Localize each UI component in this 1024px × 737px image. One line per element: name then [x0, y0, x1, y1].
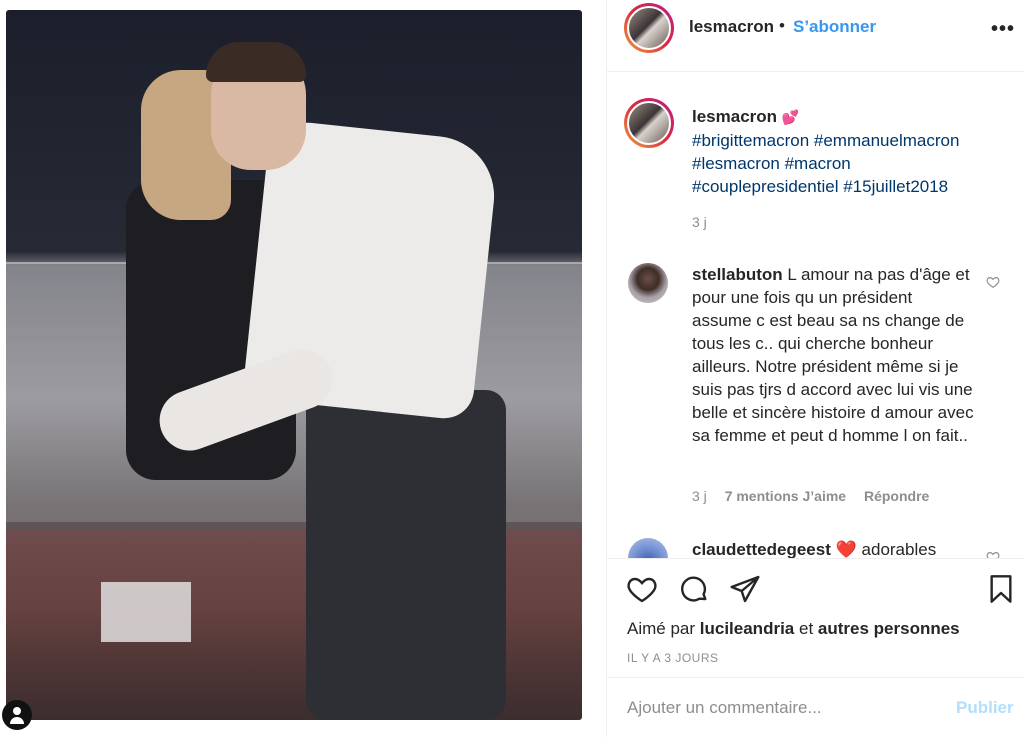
caption-hashtags[interactable]: #brigittemacron #emmanuelmacron #lesmacr… — [692, 131, 959, 196]
post-photo-pane — [0, 0, 606, 737]
caption-text: lesmacron 💕 #brigittemacron #emmanuelmac… — [692, 105, 992, 198]
comment-username[interactable]: claudettedegeest — [692, 540, 831, 558]
user-tags-icon[interactable] — [2, 700, 32, 730]
add-comment-bar: Publier — [607, 677, 1024, 737]
liked-by: Aimé par lucileandria et autres personne… — [627, 619, 960, 639]
comment-body: stellabuton L amour na pas d'âge et pour… — [692, 263, 974, 447]
photo-table — [101, 582, 191, 642]
author-avatar[interactable] — [624, 3, 674, 53]
comment-emoji: ❤️ — [835, 540, 857, 558]
comment-text: adorables — [861, 540, 937, 558]
comments-section[interactable]: lesmacron 💕 #brigittemacron #emmanuelmac… — [607, 73, 1024, 558]
publish-button[interactable]: Publier — [956, 698, 1014, 718]
comment-text: L amour na pas d'âge et pour une fois qu… — [692, 265, 974, 445]
comment-timestamp[interactable]: 3 j — [692, 488, 707, 504]
comment-likes-count[interactable]: 7 mentions J’aime — [725, 488, 846, 504]
post-photo[interactable] — [6, 10, 582, 720]
comment-meta: 3 j 7 mentions J’aime Répondre — [692, 488, 943, 504]
commenter-avatar[interactable] — [628, 263, 668, 303]
post-sidebar: lesmacron • S’abonner ••• lesmacron 💕 #b… — [606, 0, 1024, 737]
post-date[interactable]: IL Y A 3 JOURS — [627, 651, 719, 665]
caption-avatar[interactable] — [624, 98, 674, 148]
comment-like-icon[interactable] — [986, 275, 1000, 289]
more-options-icon[interactable]: ••• — [991, 18, 1015, 41]
comment-username[interactable]: stellabuton — [692, 265, 783, 284]
comment-input[interactable] — [627, 696, 927, 720]
paper-plane-icon[interactable] — [729, 573, 761, 605]
comment-like-icon[interactable] — [986, 550, 1000, 558]
comment-body: claudettedegeest ❤️ adorables — [692, 538, 974, 558]
post-actions: Aimé par lucileandria et autres personne… — [607, 558, 1024, 676]
caption-emoji: 💕 — [781, 109, 800, 125]
photo-figure-trousers — [306, 390, 506, 720]
header-separator: • — [779, 16, 785, 35]
bookmark-icon[interactable] — [985, 573, 1017, 605]
photo-figure-hair — [206, 42, 306, 82]
follow-button[interactable]: S’abonner — [793, 17, 876, 37]
comment-icon[interactable] — [678, 573, 710, 605]
post-header: lesmacron • S’abonner ••• — [607, 0, 1024, 72]
commenter-avatar[interactable] — [628, 538, 668, 558]
liked-by-conj: et — [798, 619, 814, 638]
caption-timestamp[interactable]: 3 j — [692, 214, 707, 230]
caption-username[interactable]: lesmacron — [692, 107, 777, 126]
liked-by-user[interactable]: lucileandria — [700, 619, 794, 638]
heart-icon[interactable] — [626, 573, 658, 605]
liked-by-others[interactable]: autres personnes — [818, 619, 960, 638]
reply-button[interactable]: Répondre — [864, 488, 929, 504]
author-username[interactable]: lesmacron — [689, 17, 774, 37]
liked-by-prefix: Aimé par — [627, 619, 696, 638]
